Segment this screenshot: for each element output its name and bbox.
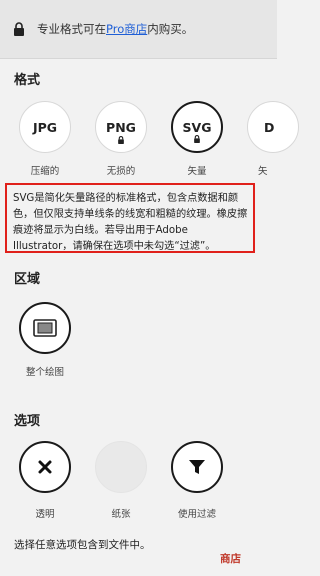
- canvas-icon: [33, 319, 57, 337]
- format-svg-label: SVG: [182, 119, 212, 135]
- format-png-button[interactable]: PNG: [95, 101, 147, 153]
- format-description: SVG是简化矢量路径的标准格式，包含点数据和颜色，但仅限支持单线条的线宽和粗糙的…: [5, 183, 255, 253]
- format-svg-caption: 矢量: [187, 166, 207, 177]
- option-filter-button[interactable]: [171, 441, 223, 493]
- lock-icon: [118, 136, 124, 144]
- store-link[interactable]: 商店: [220, 551, 241, 566]
- format-d-button[interactable]: D: [247, 101, 299, 153]
- format-heading: 格式: [14, 73, 41, 88]
- lock-icon: [14, 22, 24, 36]
- filter-icon: [189, 460, 205, 474]
- area-heading: 区域: [14, 272, 41, 287]
- format-d-caption: 矢: [258, 166, 268, 177]
- pro-store-banner: 专业格式可在Pro商店内购买。: [0, 0, 277, 59]
- option-transparent-caption: 透明: [35, 509, 55, 520]
- area-whole-drawing-button[interactable]: [19, 302, 71, 354]
- format-svg-button[interactable]: SVG: [171, 101, 223, 153]
- options-heading: 选项: [14, 414, 41, 429]
- option-filter-caption: 使用过滤: [177, 509, 216, 520]
- format-png-label: PNG: [106, 119, 136, 135]
- format-jpg-caption: 压缩的: [30, 166, 60, 177]
- option-transparent-button[interactable]: [19, 441, 71, 493]
- format-jpg-label: JPG: [32, 119, 58, 135]
- format-jpg-button[interactable]: JPG: [19, 101, 71, 153]
- lock-icon: [194, 135, 200, 143]
- option-paper-button[interactable]: [95, 441, 147, 493]
- area-whole-drawing-caption: 整个绘图: [25, 367, 64, 378]
- option-paper-caption: 纸张: [111, 509, 131, 520]
- pro-store-link[interactable]: Pro商店: [106, 22, 147, 36]
- close-icon: [38, 460, 52, 474]
- format-png-caption: 无损的: [106, 166, 136, 177]
- options-hint: 选择任意选项包含到文件中。: [14, 539, 151, 551]
- banner-text: 专业格式可在Pro商店内购买。: [37, 22, 194, 36]
- format-d-label: D: [264, 119, 275, 135]
